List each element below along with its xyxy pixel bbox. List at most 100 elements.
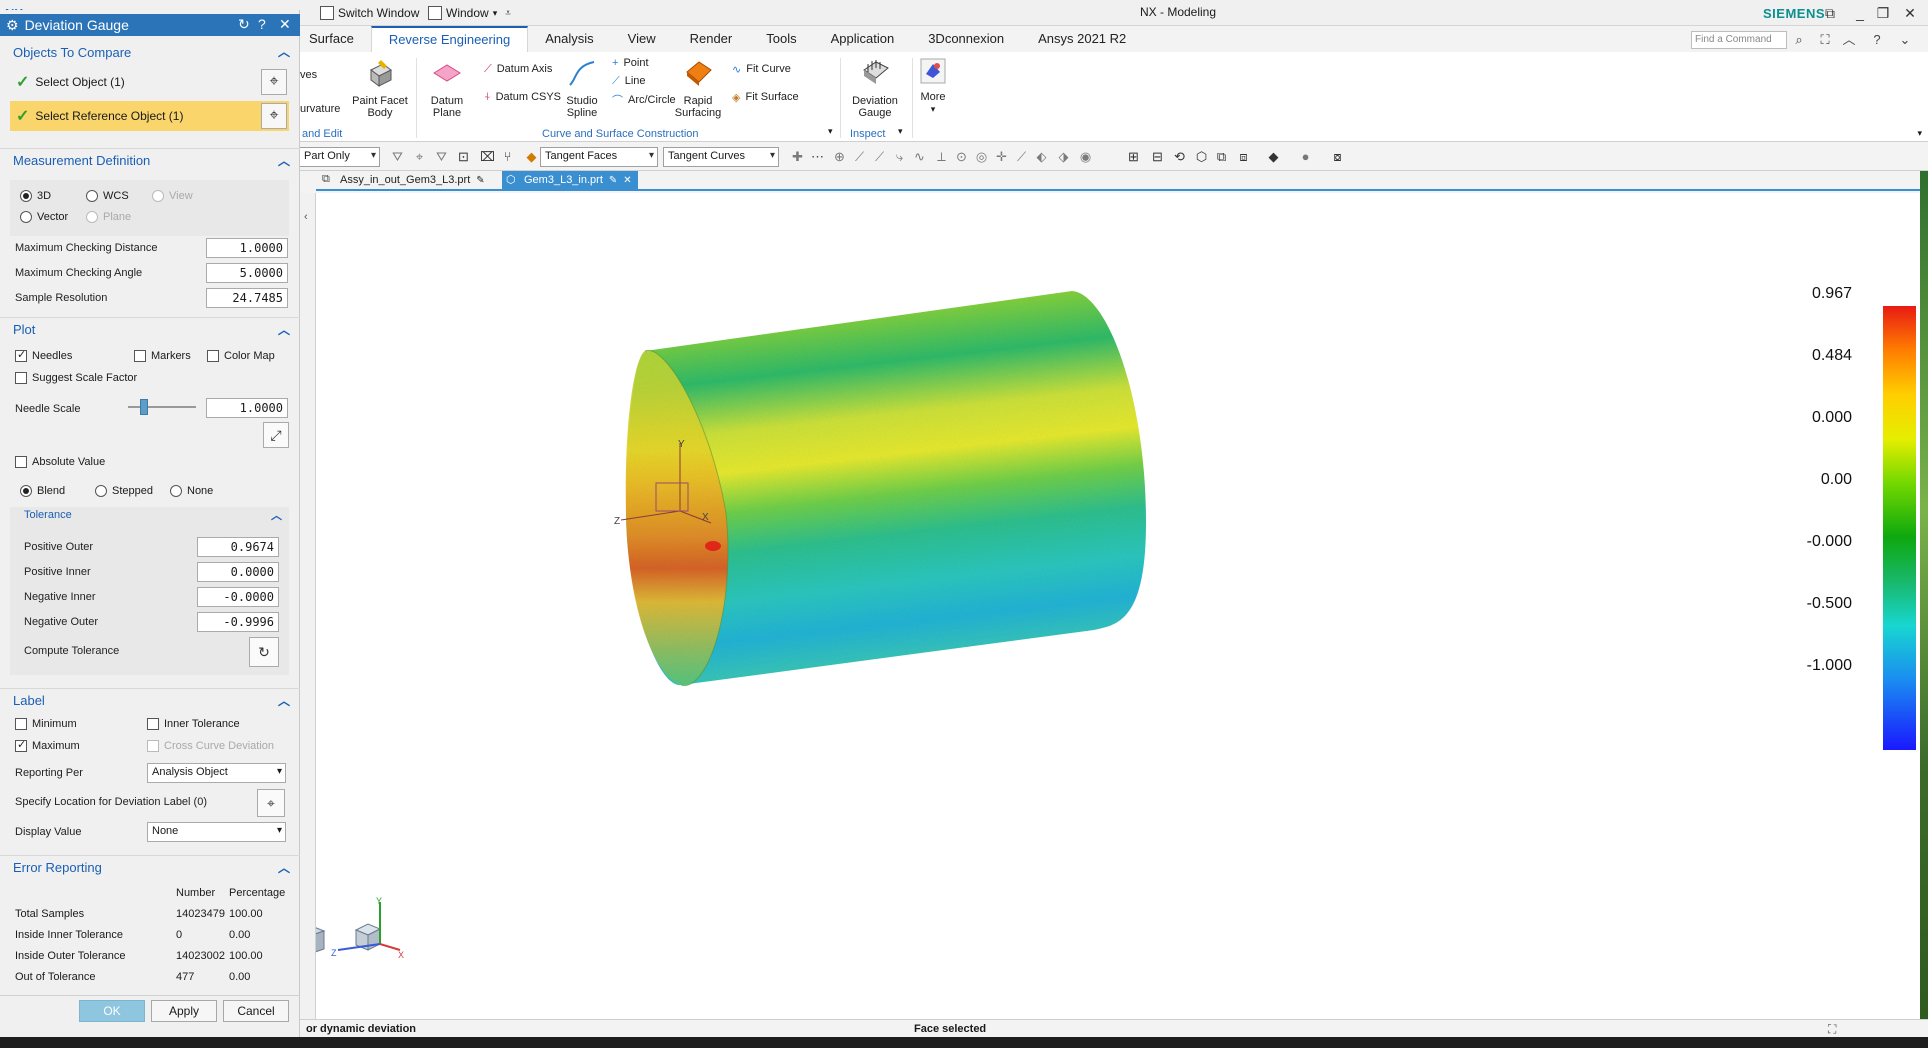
apply-button[interactable]: Apply — [151, 1000, 217, 1022]
tab-surface[interactable]: Surface — [300, 26, 371, 52]
tab-ansys[interactable]: Ansys 2021 R2 — [1021, 26, 1143, 52]
orient-view-icon[interactable]: ⧈ — [1236, 149, 1251, 164]
help-icon[interactable]: ? — [1868, 31, 1886, 49]
ok-button[interactable]: OK — [79, 1000, 145, 1022]
section-plot[interactable]: Plot ︿ — [0, 317, 300, 341]
suggest-scale-checkbox[interactable]: Suggest Scale Factor — [15, 372, 137, 384]
radio-plane[interactable]: Plane — [86, 211, 131, 223]
snap-tangent-icon[interactable]: ⤷ — [892, 149, 907, 164]
minimize-icon[interactable]: _ — [1850, 3, 1870, 23]
options-icon[interactable]: ⌄ — [1896, 31, 1914, 49]
search-icon[interactable]: ⌕ — [1790, 31, 1808, 49]
needle-scale-input[interactable]: 1.0000 — [206, 398, 288, 418]
minimum-checkbox[interactable]: Minimum — [15, 718, 77, 730]
select-tool-icon[interactable]: ⌖ — [412, 149, 427, 164]
layers-icon[interactable]: ⧉ — [1214, 149, 1229, 164]
arc-circle-button[interactable]: ⌒ Arc/Circle — [612, 91, 676, 109]
doc-tab-gem3[interactable]: ⬡ Gem3_L3_in.prt ✎ ✕ — [502, 171, 638, 191]
snap-quad-icon[interactable]: ⊙ — [954, 149, 969, 164]
negative-outer-input[interactable]: -0.9996 — [197, 612, 279, 632]
tolerance-header[interactable]: Tolerance — [24, 509, 72, 521]
negative-inner-input[interactable]: -0.0000 — [197, 587, 279, 607]
section-measurement-definition[interactable]: Measurement Definition ︿ — [0, 148, 300, 172]
deviation-gauge-button[interactable]: Deviation Gauge — [846, 58, 904, 119]
chevron-down-icon[interactable]: ▾ — [898, 126, 903, 137]
chevron-left-icon[interactable]: ‹ — [304, 211, 308, 223]
ribbon-partial-curvature[interactable]: urvature — [300, 100, 340, 118]
datum-plane-button[interactable]: Datum Plane — [422, 58, 472, 119]
snap-point-icon[interactable]: ✚ — [790, 149, 805, 164]
tab-view[interactable]: View — [611, 26, 673, 52]
more-button[interactable]: More ▾ — [916, 58, 950, 115]
specify-location-button[interactable]: ⌖ — [257, 789, 285, 817]
snap-line-icon[interactable]: ⟋ — [852, 149, 867, 164]
studio-spline-button[interactable]: Studio Spline — [562, 58, 602, 119]
absolute-value-checkbox[interactable]: Absolute Value — [15, 456, 105, 468]
switch-window-button[interactable]: Switch Window — [317, 3, 422, 23]
doc-tab-assy[interactable]: ⧉ Assy_in_out_Gem3_L3.prt ✎ — [318, 171, 491, 191]
snap-spline-icon[interactable]: ∿ — [912, 149, 927, 164]
tab-reverse-engineering[interactable]: Reverse Engineering — [370, 26, 529, 52]
maximum-checkbox[interactable]: Maximum — [15, 738, 80, 752]
maximize-icon[interactable]: ❐ — [1873, 3, 1893, 23]
radio-stepped[interactable]: Stepped — [95, 485, 153, 497]
customize-qat-icon[interactable]: ⩡ — [505, 8, 511, 19]
rotate-icon[interactable]: ⟲ — [1172, 149, 1187, 164]
tab-tools[interactable]: Tools — [749, 26, 813, 52]
snap-circle-icon[interactable]: ◎ — [974, 149, 989, 164]
tab-3dconnexion[interactable]: 3Dconnexion — [911, 26, 1021, 52]
positive-outer-input[interactable]: 0.9674 — [197, 537, 279, 557]
navigator-strip[interactable]: ‹ — [300, 193, 316, 1019]
filter-clear-icon[interactable]: ⛛ — [434, 149, 449, 164]
restore-ribbon-icon[interactable]: ⧉ — [1820, 3, 1840, 23]
chevron-up-icon[interactable]: ︿ — [271, 507, 282, 523]
slider-handle[interactable] — [140, 399, 148, 415]
help-icon[interactable]: ? — [258, 16, 266, 32]
radio-none[interactable]: None — [170, 485, 213, 497]
tab-render[interactable]: Render — [673, 26, 750, 52]
snap-center-icon[interactable]: ⊕ — [832, 149, 847, 164]
select-object-row[interactable]: ✓ Select Object (1) ⌖ — [10, 67, 289, 97]
crosshair-icon[interactable]: ⌖ — [261, 103, 287, 129]
needle-scale-slider[interactable] — [128, 399, 196, 415]
max-angle-input[interactable]: 5.0000 — [206, 263, 288, 283]
ribbon-options-icon[interactable]: ▾ — [1917, 128, 1922, 139]
render-style-icon[interactable]: ◆ — [1266, 149, 1281, 164]
radio-vector[interactable]: Vector — [20, 211, 68, 223]
snap-edge-icon[interactable]: ⬗ — [1056, 149, 1071, 164]
max-distance-input[interactable]: 1.0000 — [206, 238, 288, 258]
display-value-select[interactable]: None — [147, 822, 286, 842]
view-cube-icon[interactable]: ⬡ — [1194, 149, 1209, 164]
positive-inner-input[interactable]: 0.0000 — [197, 562, 279, 582]
snap-icon[interactable]: ⊡ — [456, 149, 471, 164]
ribbon-partial-command[interactable]: ves — [300, 66, 317, 84]
view-triad[interactable] — [316, 927, 326, 955]
sample-resolution-input[interactable]: 24.7485 — [206, 288, 288, 308]
fit-surface-button[interactable]: ◈ Fit Surface — [732, 88, 799, 106]
snap-eye-icon[interactable]: ◉ — [1078, 149, 1093, 164]
compute-tolerance-button[interactable]: ↻ — [249, 637, 279, 667]
snap-perp-icon[interactable]: ⟂ — [934, 149, 949, 164]
radio-wcs[interactable]: WCS — [86, 190, 129, 202]
filter-icon[interactable]: ⛛ — [390, 149, 405, 164]
radio-blend[interactable]: Blend — [20, 485, 65, 497]
section-objects-to-compare[interactable]: Objects To Compare ︿ — [0, 40, 300, 64]
datum-axis-button[interactable]: ⟋ Datum Axis — [484, 60, 552, 78]
orientation-triad[interactable]: Y X Z — [328, 896, 408, 968]
chevron-down-icon[interactable]: ▾ — [828, 126, 833, 137]
close-icon[interactable]: ✕ — [1900, 3, 1920, 23]
fullscreen-icon[interactable]: ⛶ — [1828, 1022, 1836, 1037]
datum-csys-button[interactable]: ⍭ Datum CSYS — [484, 88, 561, 106]
find-command-input[interactable]: Find a Command — [1691, 31, 1787, 49]
tab-analysis[interactable]: Analysis — [528, 26, 610, 52]
needles-checkbox[interactable]: Needles — [15, 348, 72, 362]
inner-tolerance-checkbox[interactable]: Inner Tolerance — [147, 718, 240, 730]
section-label[interactable]: Label ︿ — [0, 688, 300, 712]
snap-slash-icon[interactable]: ⟋ — [1014, 149, 1029, 164]
branch-icon[interactable]: ⑂ — [500, 149, 515, 164]
curve-rule-select[interactable]: Tangent Curves — [663, 147, 779, 167]
dialog-title-bar[interactable]: ⚙ Deviation Gauge ↻ ? ✕ — [0, 14, 300, 36]
window-menu-button[interactable]: Window ▾ ⩡ — [425, 3, 514, 23]
feature-icon[interactable]: ◆ — [524, 149, 539, 164]
reset-icon[interactable]: ↻ — [238, 16, 250, 33]
